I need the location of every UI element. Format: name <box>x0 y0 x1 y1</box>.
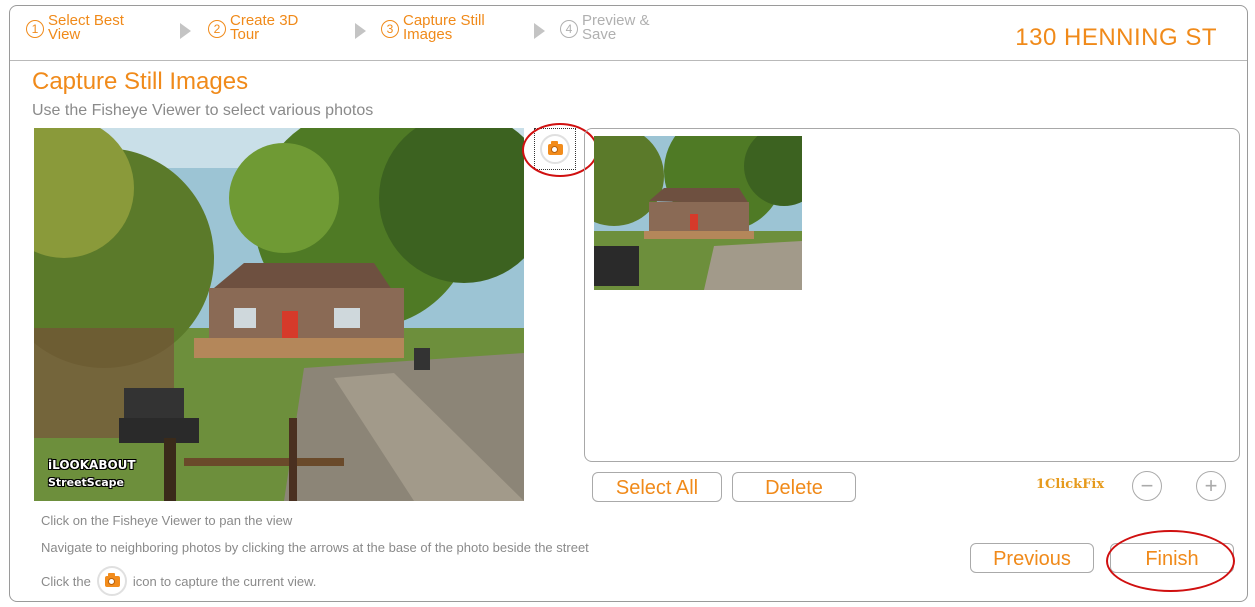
watermark-product: StreetScape <box>48 476 124 489</box>
highlight-ring-finish <box>1106 530 1235 592</box>
step-capture-still-images[interactable]: 3 Capture Still Images <box>381 13 485 42</box>
street-photo <box>34 128 524 501</box>
fisheye-viewer[interactable]: iLOOKABOUT StreetScape <box>34 128 524 501</box>
captured-thumbnail[interactable] <box>594 136 802 290</box>
help-text-navigate: Navigate to neighboring photos by clicki… <box>41 540 589 555</box>
help-text-pan: Click on the Fisheye Viewer to pan the v… <box>41 513 293 528</box>
step-arrow-icon <box>180 23 191 39</box>
one-click-fix-label[interactable]: 1ClickFix <box>1036 477 1104 492</box>
previous-button[interactable]: Previous <box>970 543 1094 573</box>
thumbnail-photo <box>594 136 802 290</box>
zoom-out-button[interactable]: − <box>1132 471 1162 501</box>
minus-icon: − <box>1140 473 1154 498</box>
page-title: Capture Still Images <box>32 68 249 95</box>
step-arrow-icon <box>355 23 366 39</box>
help-text-capture: Click the icon to capture the current vi… <box>41 566 316 596</box>
delete-button[interactable]: Delete <box>732 472 856 502</box>
step-select-best-view[interactable]: 1 Select Best View <box>26 13 124 42</box>
page-subtitle: Use the Fisheye Viewer to select various… <box>32 102 374 119</box>
select-all-button[interactable]: Select All <box>592 472 722 502</box>
step-create-3d-tour[interactable]: 2 Create 3D Tour <box>208 13 298 42</box>
zoom-in-button[interactable]: + <box>1196 471 1226 501</box>
plus-icon: + <box>1204 473 1218 498</box>
property-address: 130 HENNING ST <box>1015 24 1217 51</box>
watermark-brand: iLOOKABOUT <box>48 458 136 472</box>
step-preview-save: 4 Preview & Save <box>560 13 650 42</box>
camera-icon <box>96 566 127 596</box>
step-arrow-icon <box>534 23 545 39</box>
wizard-steps: 1 Select Best View 2 Create 3D Tour 3 Ca… <box>10 6 1247 61</box>
